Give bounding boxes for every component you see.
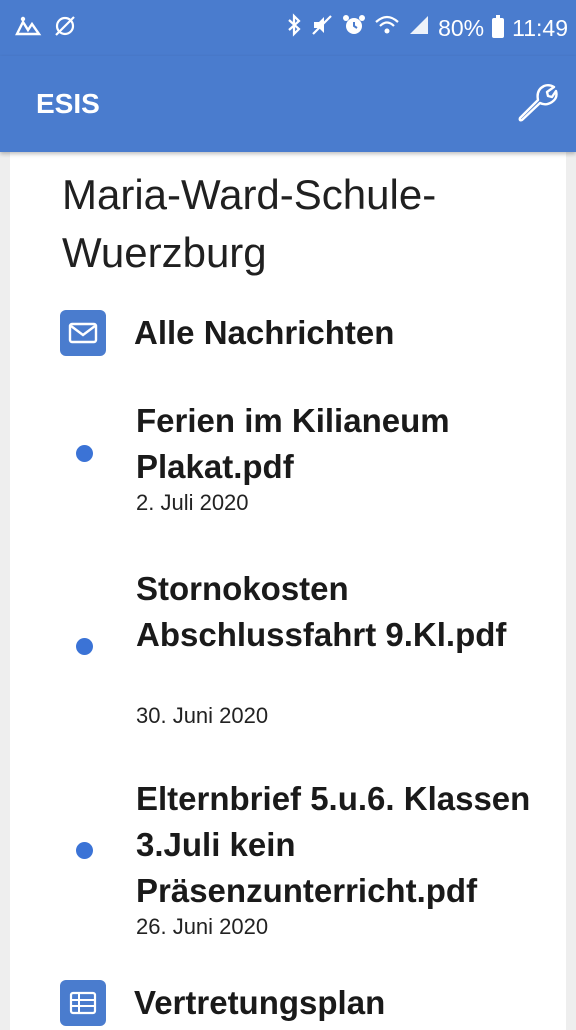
- notification-icon: [14, 14, 42, 43]
- unread-dot: [76, 445, 93, 462]
- message-date: 26. Juni 2020: [136, 914, 269, 939]
- unread-dot: [76, 842, 93, 859]
- mail-icon: [60, 310, 106, 356]
- status-left: [14, 13, 78, 44]
- message-date: 30. Juni 2020: [136, 703, 269, 728]
- signal-icon: [408, 14, 430, 42]
- bluetooth-icon: [286, 13, 302, 43]
- message-item[interactable]: Ferien im Kilianeum Plakat.pdf 2. Juli 2…: [10, 392, 566, 532]
- section-label-substitution: Vertretungsplan: [134, 984, 386, 1021]
- message-item[interactable]: Elternbrief 5.u.6. Klassen 3.Juli kein P…: [10, 772, 566, 952]
- notification-muted-icon: [52, 13, 78, 44]
- status-bar: 80% 11:49: [0, 0, 576, 56]
- section-label-messages: Alle Nachrichten: [134, 314, 395, 351]
- message-title: Stornokosten Abschlussfahrt 9.Kl.pdf: [136, 570, 507, 653]
- wifi-icon: [374, 14, 400, 42]
- app-title: ESIS: [36, 88, 100, 119]
- table-icon: [60, 980, 106, 1026]
- alarm-icon: [342, 13, 366, 43]
- school-name: Maria-Ward-Schule-Wuerzburg: [62, 171, 437, 276]
- app-bar: ESIS: [0, 56, 576, 152]
- battery-percent: 80%: [438, 14, 485, 41]
- status-right: 80% 11:49: [286, 13, 568, 43]
- message-title: Elternbrief 5.u.6. Klassen 3.Juli kein P…: [136, 780, 531, 909]
- content-card: Maria-Ward-Schule-Wuerzburg Alle Nachric…: [10, 152, 566, 1030]
- section-all-messages[interactable]: Alle Nachrichten: [60, 310, 394, 356]
- settings-button[interactable]: [512, 80, 560, 128]
- clock: 11:49: [512, 14, 568, 41]
- message-item[interactable]: Stornokosten Abschlussfahrt 9.Kl.pdf 30.…: [10, 562, 566, 742]
- section-substitution-plan[interactable]: Vertretungsplan: [60, 980, 385, 1026]
- wrench-icon: [514, 80, 558, 129]
- message-title: Ferien im Kilianeum Plakat.pdf: [136, 402, 450, 485]
- mute-icon: [310, 13, 334, 43]
- unread-dot: [76, 638, 93, 655]
- message-date: 2. Juli 2020: [136, 490, 249, 515]
- battery-icon: [492, 15, 505, 38]
